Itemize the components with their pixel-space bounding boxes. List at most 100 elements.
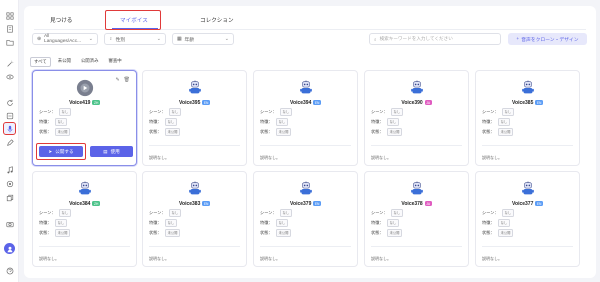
robot-icon [518, 179, 538, 199]
scene-row: シーン： なし [482, 108, 515, 116]
voice-card[interactable]: Voice379 EN シーン： なし 特徴： なし 状態： 未公開 説明なし。 [253, 171, 358, 267]
camera-icon[interactable] [4, 218, 15, 229]
voice-name: Voice378 [401, 201, 423, 207]
robot-icon [518, 78, 538, 98]
globe-icon: ⊕ [37, 36, 42, 42]
language-badge: EN [535, 100, 543, 106]
main-panel: 見つける マイボイス コレクション ⊕ All Languages/Acc...… [24, 6, 596, 278]
search-placeholder: 検索キーワードを入力してください [379, 36, 453, 41]
voice-card[interactable]: Voice394 EN シーン： なし 特徴： なし 状態： 未公開 説明なし。 [253, 70, 358, 166]
feature-label: 特徴： [149, 219, 162, 225]
voice-title: Voice385 EN [476, 100, 579, 106]
gender-icon: ♀ [109, 36, 113, 42]
subtab-unpublished[interactable]: 未公開 [55, 57, 74, 67]
subtab-published[interactable]: 公開済み [78, 57, 102, 67]
language-filter-value: All Languages/Acc... [44, 34, 82, 44]
voice-description: 説明なし。 [482, 256, 502, 261]
feature-chip: なし [54, 219, 68, 227]
gender-filter[interactable]: ♀ 性別 ⌄ [104, 33, 166, 45]
status-chip: 未公開 [275, 229, 292, 237]
voice-card[interactable]: Voice419 ZH シーン： なし 特徴： なし 状態： 未公開 ✎ 🗑 ➤ 公開する ▤ 使用 [32, 70, 137, 166]
divider [482, 145, 573, 146]
trash-icon[interactable]: 🗑 [124, 77, 130, 83]
clone-design-label: 音声をクローン・デザイン [521, 37, 579, 43]
divider [149, 145, 240, 146]
scene-chip: なし [168, 108, 182, 116]
help-icon[interactable] [4, 265, 15, 276]
refresh-icon[interactable] [4, 97, 15, 108]
voice-description: 説明なし。 [260, 256, 280, 261]
voice-card[interactable]: Voice390 JA シーン： なし 特徴： なし 状態： 未公開 説明なし。 [364, 70, 469, 166]
voice-card[interactable]: Voice378 JA シーン： なし 特徴： なし 状態： 未公開 説明なし。 [364, 171, 469, 267]
microphone-icon[interactable] [3, 122, 16, 135]
scene-row: シーン： なし [149, 108, 182, 116]
magic-wand-icon[interactable] [4, 58, 15, 69]
grid-icon[interactable] [4, 10, 15, 21]
feature-chip: なし [164, 219, 178, 227]
eye-icon[interactable] [4, 71, 15, 82]
music-icon[interactable] [4, 164, 15, 175]
feature-chip: なし [164, 118, 178, 126]
status-chip: 未公開 [164, 128, 181, 136]
card-tools: ✎ 🗑 [115, 77, 130, 83]
age-filter[interactable]: ▦ 年齢 ⌄ [172, 33, 234, 45]
copy-icon[interactable] [4, 192, 15, 203]
target-icon[interactable] [4, 178, 15, 189]
tab-discover[interactable]: 見つける [50, 16, 72, 24]
layers-icon[interactable] [4, 110, 15, 121]
status-row: 状態： 未公開 [260, 229, 292, 237]
chevron-down-icon: ⌄ [224, 36, 229, 42]
voice-description: 説明なし。 [371, 155, 391, 160]
feature-chip: なし [386, 219, 400, 227]
robot-icon [75, 179, 95, 199]
status-row: 状態： 未公開 [149, 128, 181, 136]
scene-label: シーン： [39, 209, 56, 215]
voice-title: Voice395 EN [143, 100, 246, 106]
subtab-all[interactable]: すべて [30, 57, 51, 67]
voice-description: 説明なし。 [482, 155, 502, 160]
language-filter[interactable]: ⊕ All Languages/Acc... ⌄ [32, 33, 98, 45]
voice-name: Voice383 [179, 201, 201, 207]
folder-icon[interactable] [4, 36, 15, 47]
voice-card[interactable]: Voice395 EN シーン： なし 特徴： なし 状態： 未公開 説明なし。 [142, 70, 247, 166]
tab-highlight-box [105, 10, 161, 30]
language-badge: EN [535, 201, 543, 207]
robot-icon [185, 78, 205, 98]
status-chip: 未公開 [164, 229, 181, 237]
edit-icon[interactable]: ✎ [115, 77, 119, 83]
feature-row: 特徴： なし [260, 219, 289, 227]
voice-name: Voice384 [69, 201, 91, 207]
feature-label: 特徴： [260, 118, 273, 124]
clone-design-button[interactable]: + 音声をクローン・デザイン [508, 33, 587, 45]
tab-collection[interactable]: コレクション [200, 16, 234, 24]
voice-card[interactable]: Voice385 EN シーン： なし 特徴： なし 状態： 未公開 説明なし。 [475, 70, 580, 166]
search-input[interactable]: ⌕ 検索キーワードを入力してください [369, 33, 501, 45]
use-button[interactable]: ▤ 使用 [90, 146, 133, 157]
play-icon[interactable] [75, 78, 95, 98]
divider [260, 246, 351, 247]
scene-row: シーン： なし [149, 209, 182, 217]
note-icon[interactable] [4, 23, 15, 34]
status-label: 状態： [260, 229, 273, 235]
user-avatar-icon[interactable] [4, 243, 15, 254]
scene-chip: なし [501, 209, 515, 217]
language-badge: ZH [92, 100, 100, 106]
feature-row: 特徴： なし [371, 118, 400, 126]
edit-icon[interactable] [4, 137, 15, 148]
scene-row: シーン： なし [260, 209, 293, 217]
voice-title: Voice383 EN [143, 201, 246, 207]
status-label: 状態： [260, 128, 273, 134]
status-label: 状態： [149, 229, 162, 235]
feature-chip: なし [386, 118, 400, 126]
voice-name: Voice394 [290, 100, 312, 106]
subtab-reviewing[interactable]: 審査中 [105, 57, 124, 67]
document-icon: ▤ [103, 148, 108, 154]
scene-row: シーン： なし [260, 108, 293, 116]
feature-label: 特徴： [149, 118, 162, 124]
scene-label: シーン： [149, 209, 166, 215]
voice-card[interactable]: Voice383 EN シーン： なし 特徴： なし 状態： 未公開 説明なし。 [142, 171, 247, 267]
voice-card[interactable]: Voice384 ZH シーン： なし 特徴： なし 状態： 未公開 説明なし。 [32, 171, 137, 267]
voice-card[interactable]: Voice377 EN シーン： なし 特徴： なし 状態： 未公開 説明なし。 [475, 171, 580, 267]
status-label: 状態： [371, 229, 384, 235]
status-label: 状態： [39, 128, 52, 134]
